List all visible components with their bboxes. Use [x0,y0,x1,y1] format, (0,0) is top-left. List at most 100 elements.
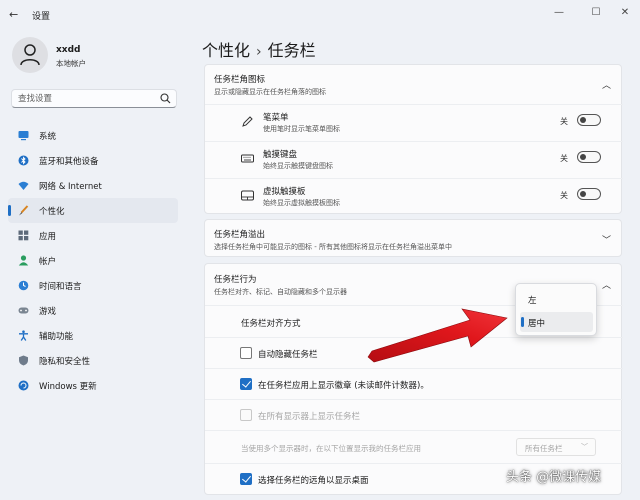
user-avatar-icon [20,44,40,66]
sidebar-item-accessibility[interactable]: 辅助功能 [8,323,178,348]
alignment-label: 任务栏对齐方式 [241,319,301,329]
checkbox-label: 在所有显示器上显示任务栏 [258,412,361,422]
update-icon [18,380,29,391]
behaviors-header[interactable]: 任务栏行为 任务栏对齐、标记、自动隐藏和多个显示器 [214,273,347,297]
option-label: 左 [528,296,537,306]
section-title: 任务栏角溢出 [214,230,266,240]
sidebar-item-apps[interactable]: 应用 [8,223,178,248]
sidebar-item-label: 网络 & Internet [39,182,102,192]
corner-overflow-header: 任务栏角溢出 选择任务栏角中可能显示的图标 - 所有其他图标将显示在任务栏角溢出… [214,228,452,252]
alignment-dropdown-menu: 左 居中 [515,283,597,336]
pen-menu-row: 笔菜单 使用笔时显示笔菜单图标 关 [205,104,623,141]
chevron-down-icon: ﹀ [581,443,588,451]
touchpad-icon [241,190,254,201]
auto-hide-checkbox[interactable] [240,347,252,359]
section-title: 任务栏角图标 [214,75,266,85]
sidebar-item-label: 系统 [39,132,57,142]
chevron-up-icon[interactable]: ︿ [602,78,611,91]
alignment-option-center[interactable]: 居中 [520,312,593,332]
sidebar-item-time-language[interactable]: 时间和语言 [8,273,178,298]
multi-display-label: 当使用多个显示器时，在以下位置显示我的任务栏应用 [241,444,421,453]
toggle-state-label: 关 [560,154,568,163]
sidebar-item-label: Windows 更新 [39,382,97,392]
row-title: 虚拟触摸板 [263,187,306,197]
far-corner-checkbox[interactable] [240,473,252,485]
multi-display-row: 当使用多个显示器时，在以下位置显示我的任务栏应用 所有任务栏 ﹀ [205,430,623,463]
all-displays-checkbox [240,409,252,421]
sidebar-item-personalization[interactable]: 个性化 [8,198,178,223]
pen-menu-toggle[interactable] [577,114,601,126]
back-arrow-icon[interactable]: ← [9,8,23,22]
virtual-touchpad-toggle[interactable] [577,188,601,200]
title-bar: ← 设置 — ☐ ✕ [0,0,640,30]
chevron-down-icon[interactable]: ﹀ [602,233,611,246]
breadcrumb-separator: › [256,44,262,60]
badges-row: 在任务栏应用上显示徽章 (未读邮件计数器)。 [205,368,623,399]
auto-hide-row: 自动隐藏任务栏 [205,337,623,368]
search-icon[interactable] [160,93,171,104]
section-subtitle: 选择任务栏角中可能显示的图标 - 所有其他图标将显示在任务栏角溢出菜单中 [214,243,452,251]
badges-checkbox[interactable] [240,378,252,390]
search-input[interactable] [18,92,158,105]
user-profile[interactable]: xxdd 本地帐户 [12,37,192,77]
sidebar-item-label: 隐私和安全性 [39,357,91,367]
sidebar-item-system[interactable]: 系统 [8,123,178,148]
multi-display-dropdown: 所有任务栏 ﹀ [516,438,596,456]
minimize-icon[interactable]: — [552,6,566,20]
avatar [12,37,48,73]
toggle-state-label: 关 [560,117,568,126]
shield-icon [19,355,28,366]
apps-icon [18,230,29,241]
section-subtitle: 任务栏对齐、标记、自动隐藏和多个显示器 [214,288,347,296]
bluetooth-icon [18,155,29,166]
pen-icon [242,116,253,127]
sidebar-item-network[interactable]: 网络 & Internet [8,173,178,198]
wifi-icon [18,181,29,190]
virtual-touchpad-row: 虚拟触摸板 始终显示虚拟触摸板图标 关 [205,178,623,214]
touch-keyboard-row: 触摸键盘 始终显示触摸键盘图标 关 [205,141,623,178]
sidebar-item-label: 个性化 [39,207,65,217]
checkbox-label: 自动隐藏任务栏 [258,350,318,360]
sidebar-item-label: 帐户 [39,257,57,267]
maximize-icon[interactable]: ☐ [589,6,603,20]
row-subtitle: 始终显示触摸键盘图标 [263,162,333,170]
sidebar-item-label: 蓝牙和其他设备 [39,157,99,167]
dropdown-value: 所有任务栏 [525,444,563,453]
alignment-option-left[interactable]: 左 [520,289,593,309]
corner-icons-header[interactable]: 任务栏角图标 显示或隐藏显示在任务栏角落的图标 [214,73,326,97]
section-title: 任务栏行为 [214,275,257,285]
sidebar-item-accounts[interactable]: 帐户 [8,248,178,273]
option-label: 居中 [528,319,546,329]
row-title: 笔菜单 [263,113,289,123]
brush-icon [19,205,29,216]
touch-keyboard-toggle[interactable] [577,151,601,163]
sidebar-item-label: 游戏 [39,307,57,317]
watermark: 头条 @微课传媒 [506,470,602,485]
sidebar-item-privacy[interactable]: 隐私和安全性 [8,348,178,373]
monitor-icon [18,131,29,141]
checkbox-label: 选择任务栏的远角以显示桌面 [258,476,369,486]
breadcrumb: 个性化 › 任务栏 [202,37,316,61]
keyboard-icon [241,154,254,163]
user-name: xxdd [56,45,81,55]
row-subtitle: 始终显示虚拟触摸板图标 [263,199,340,207]
chevron-up-icon[interactable]: ︿ [602,278,611,291]
close-icon[interactable]: ✕ [618,6,632,20]
globe-clock-icon [18,280,29,291]
sidebar-item-bluetooth[interactable]: 蓝牙和其他设备 [8,148,178,173]
search-box[interactable] [11,89,177,108]
sidebar-item-label: 时间和语言 [39,282,82,292]
section-subtitle: 显示或隐藏显示在任务栏角落的图标 [214,88,326,96]
row-title: 触摸键盘 [263,150,298,160]
toggle-state-label: 关 [560,191,568,200]
sidebar-nav: 系统 蓝牙和其他设备 网络 & Internet 个性化 应用 帐户 时间和语言… [8,123,178,398]
account-type: 本地帐户 [56,59,86,68]
accessibility-icon [19,330,28,341]
page-title: 任务栏 [267,41,316,60]
corner-overflow-card[interactable]: 任务栏角溢出 选择任务栏角中可能显示的图标 - 所有其他图标将显示在任务栏角溢出… [204,219,622,257]
sidebar-item-gaming[interactable]: 游戏 [8,298,178,323]
row-subtitle: 使用笔时显示笔菜单图标 [263,125,340,133]
breadcrumb-parent[interactable]: 个性化 [202,41,250,60]
sidebar-item-label: 应用 [39,232,57,242]
sidebar-item-windows-update[interactable]: Windows 更新 [8,373,178,398]
